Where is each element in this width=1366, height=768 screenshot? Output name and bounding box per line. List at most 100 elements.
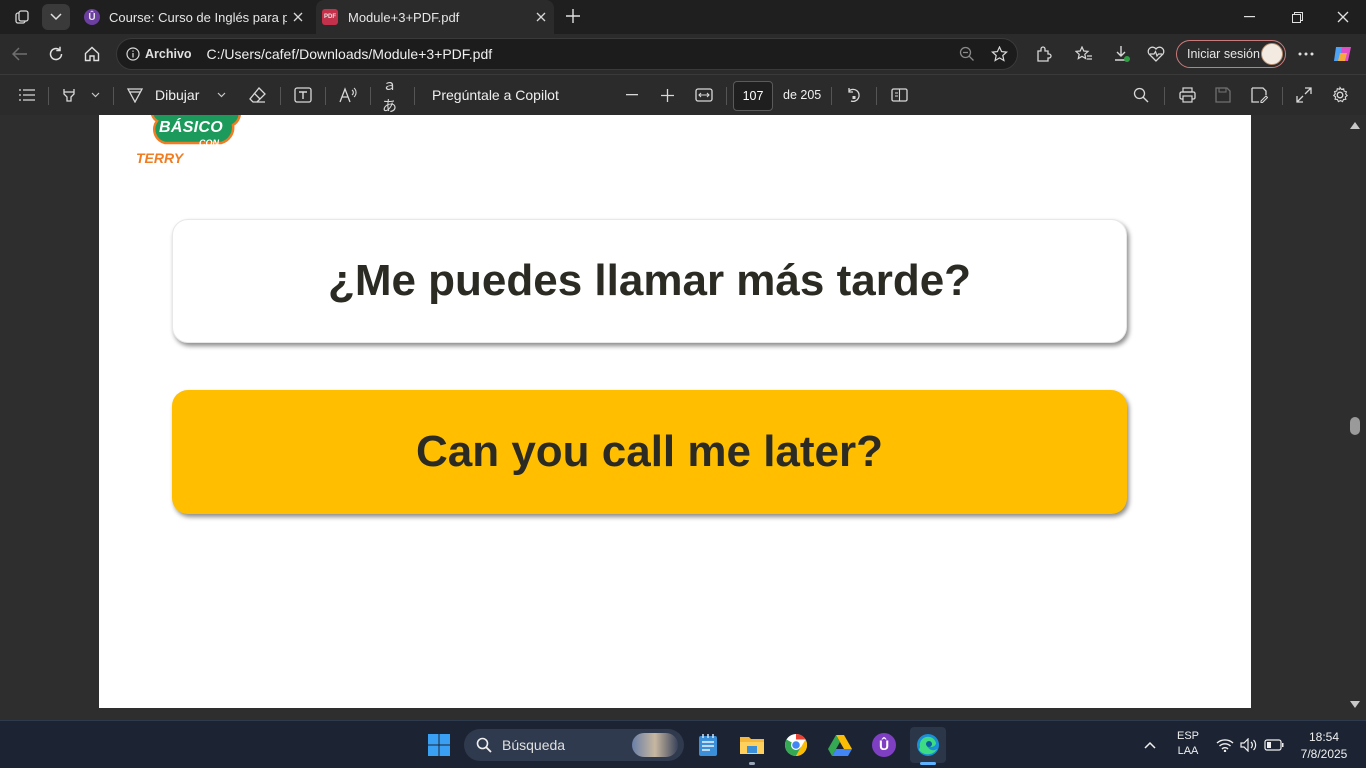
browser-essentials-icon[interactable]	[1144, 42, 1168, 66]
fit-width-icon[interactable]	[692, 83, 716, 107]
site-label: Archivo	[145, 47, 192, 61]
copilot-icon[interactable]	[1330, 41, 1356, 67]
restore-icon[interactable]	[1286, 6, 1308, 28]
contents-list-icon[interactable]	[16, 83, 38, 107]
separator	[280, 87, 281, 105]
clock-time: 18:54	[1308, 730, 1340, 744]
search-highlight-image	[632, 733, 678, 757]
translate-icon[interactable]: ａあ	[382, 77, 404, 115]
english-phrase-card: Can you call me later?	[172, 390, 1127, 514]
favorite-star-icon[interactable]	[991, 46, 1008, 62]
search-placeholder: Búsqueda	[502, 737, 566, 753]
favorites-icon[interactable]	[1072, 42, 1096, 66]
separator	[1282, 87, 1283, 105]
print-icon[interactable]	[1176, 83, 1198, 107]
minimize-icon[interactable]	[1238, 6, 1260, 28]
separator	[325, 87, 326, 105]
edge-browser-icon[interactable]	[910, 727, 946, 763]
logo-text-small: CON	[199, 138, 219, 148]
spanish-phrase: ¿Me puedes llamar más tarde?	[327, 256, 972, 305]
logo-text-top: BÁSICO	[159, 119, 224, 136]
avatar	[1261, 43, 1283, 65]
address-bar[interactable]: Archivo C:/Users/cafef/Downloads/Module+…	[116, 38, 1018, 70]
scroll-up-arrow-icon[interactable]	[1350, 122, 1360, 129]
separator	[370, 87, 371, 105]
google-chrome-icon[interactable]	[778, 727, 814, 763]
tab-course[interactable]: Û Course: Curso de Inglés para prin	[78, 0, 310, 34]
separator	[48, 87, 49, 105]
scroll-thumb[interactable]	[1350, 417, 1360, 435]
draw-button[interactable]: Dibujar	[126, 83, 206, 107]
eraser-icon[interactable]	[246, 83, 268, 107]
tab-bar: Û Course: Curso de Inglés para prin PDF …	[0, 0, 1366, 34]
tab-actions-chevron-icon[interactable]	[42, 4, 70, 30]
zoom-out-icon[interactable]	[622, 83, 642, 107]
read-aloud-icon[interactable]	[337, 83, 359, 107]
scroll-down-arrow-icon[interactable]	[1350, 701, 1360, 708]
close-tab-icon[interactable]	[536, 12, 546, 22]
pdf-toolbar: Dibujar ａあ Pregúntale a Copilot 107 de 2…	[0, 74, 1366, 115]
find-icon[interactable]	[1130, 83, 1152, 107]
vertical-scrollbar[interactable]	[1346, 115, 1364, 720]
highlight-icon[interactable]	[58, 83, 80, 107]
show-hidden-icons-chevron-icon[interactable]	[1140, 735, 1160, 755]
pdf-icon: PDF	[322, 9, 338, 25]
volume-icon[interactable]	[1239, 735, 1259, 755]
settings-gear-icon[interactable]	[1329, 83, 1351, 107]
udemy-app-icon[interactable]: Û	[866, 727, 902, 763]
new-tab-icon[interactable]	[562, 5, 584, 27]
clock[interactable]: 18:54 7/8/2025	[1294, 730, 1354, 761]
refresh-icon[interactable]	[44, 42, 68, 66]
tab-title: Module+3+PDF.pdf	[348, 9, 460, 25]
page-total-label: de 205	[783, 88, 822, 102]
windows-start-icon[interactable]	[421, 727, 457, 763]
close-tab-icon[interactable]	[293, 12, 303, 22]
wifi-icon[interactable]	[1215, 735, 1235, 755]
course-logo: IN BÁSICO CON TERRY	[135, 115, 245, 169]
tab-pdf[interactable]: PDF Module+3+PDF.pdf	[316, 0, 554, 34]
zoom-icon[interactable]	[959, 46, 975, 62]
back-icon[interactable]	[8, 42, 32, 66]
signin-button[interactable]: Iniciar sesión	[1176, 40, 1286, 68]
logo-text-bottom: TERRY	[136, 150, 184, 166]
rotate-icon[interactable]	[843, 83, 865, 107]
more-options-icon[interactable]	[1294, 42, 1318, 66]
draw-pen-icon	[126, 87, 144, 103]
translate-glyph: ａあ	[382, 77, 398, 115]
extensions-icon[interactable]	[1032, 42, 1056, 66]
save-icon[interactable]	[1212, 83, 1234, 107]
add-text-icon[interactable]	[292, 83, 314, 107]
page-view-icon[interactable]	[888, 83, 910, 107]
navigation-bar: Archivo C:/Users/cafef/Downloads/Module+…	[0, 34, 1366, 74]
taskbar-search-box[interactable]: Búsqueda	[464, 729, 684, 761]
close-window-icon[interactable]	[1332, 6, 1354, 28]
clock-date: 7/8/2025	[1300, 747, 1348, 761]
keyboard-layout: LAA	[1177, 745, 1199, 757]
tab-title: Course: Curso de Inglés para prin	[109, 9, 287, 25]
file-explorer-icon[interactable]	[734, 727, 770, 763]
spanish-phrase-card: ¿Me puedes llamar más tarde?	[172, 219, 1127, 343]
pdf-viewer[interactable]: IN BÁSICO CON TERRY ¿Me puedes llamar má…	[0, 115, 1366, 720]
battery-icon[interactable]	[1263, 735, 1285, 755]
home-icon[interactable]	[80, 42, 104, 66]
page-number-input[interactable]: 107	[733, 81, 773, 111]
notepad-icon[interactable]	[690, 727, 726, 763]
url-text[interactable]: C:/Users/cafef/Downloads/Module+3+PDF.pd…	[207, 46, 493, 62]
workspaces-icon[interactable]	[10, 6, 34, 28]
draw-chevron-icon[interactable]	[214, 85, 228, 105]
ask-copilot-button[interactable]: Pregúntale a Copilot	[432, 87, 559, 103]
google-drive-icon[interactable]	[822, 727, 858, 763]
ask-copilot-label: Pregúntale a Copilot	[432, 87, 559, 103]
downloads-icon[interactable]	[1110, 42, 1134, 66]
fullscreen-icon[interactable]	[1293, 83, 1315, 107]
zoom-in-icon[interactable]	[656, 83, 678, 107]
input-language-indicator[interactable]: ESP LAA	[1170, 730, 1206, 757]
explorer-running-indicator	[749, 762, 755, 765]
edge-active-indicator	[920, 762, 936, 765]
separator	[876, 87, 877, 105]
info-icon[interactable]	[126, 47, 140, 61]
highlight-chevron-icon[interactable]	[88, 85, 102, 105]
save-as-icon[interactable]	[1248, 83, 1270, 107]
language-code: ESP	[1176, 730, 1199, 742]
separator	[831, 87, 832, 105]
